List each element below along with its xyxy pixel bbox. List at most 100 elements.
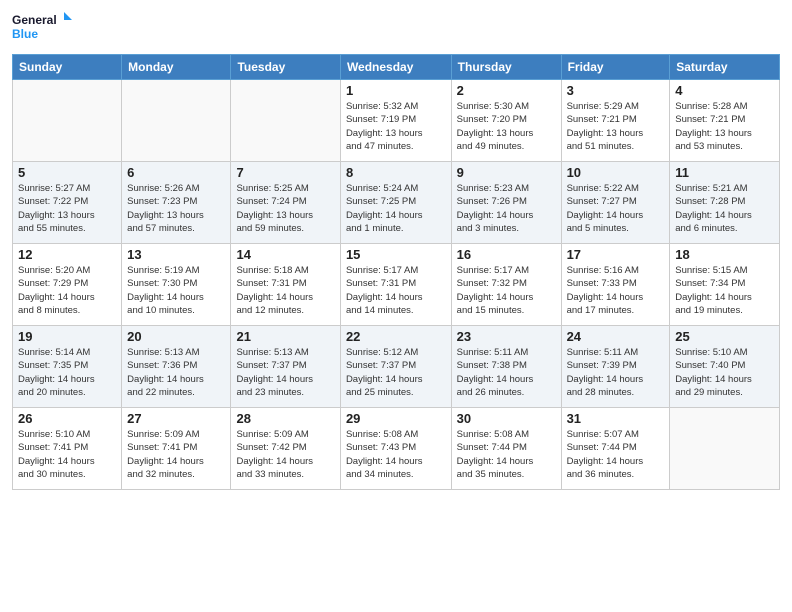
calendar-cell: 27 Sunrise: 5:09 AMSunset: 7:41 PMDayligh… <box>122 408 231 490</box>
day-number: 31 <box>567 411 665 426</box>
day-info: Sunrise: 5:23 AMSunset: 7:26 PMDaylight:… <box>457 182 556 235</box>
weekday-monday: Monday <box>122 55 231 80</box>
week-row-3: 12Sunrise: 5:20 AMSunset: 7:29 PMDayligh… <box>13 244 780 326</box>
day-number: 13 <box>127 247 225 262</box>
calendar-cell: 12Sunrise: 5:20 AMSunset: 7:29 PMDayligh… <box>13 244 122 326</box>
weekday-saturday: Saturday <box>670 55 780 80</box>
week-row-2: 5 Sunrise: 5:27 AMSunset: 7:22 PMDaylight… <box>13 162 780 244</box>
day-info: Sunrise: 5:16 AMSunset: 7:33 PMDaylight:… <box>567 264 665 317</box>
day-info: Sunrise: 5:11 AMSunset: 7:39 PMDaylight:… <box>567 346 665 399</box>
day-info: Sunrise: 5:13 AMSunset: 7:37 PMDaylight:… <box>236 346 334 399</box>
day-info: Sunrise: 5:09 AMSunset: 7:42 PMDaylight:… <box>236 428 334 481</box>
day-info: Sunrise: 5:12 AMSunset: 7:37 PMDaylight:… <box>346 346 446 399</box>
day-info: Sunrise: 5:24 AMSunset: 7:25 PMDaylight:… <box>346 182 446 235</box>
day-number: 25 <box>675 329 774 344</box>
calendar-cell <box>122 80 231 162</box>
calendar-cell: 20 Sunrise: 5:13 AMSunset: 7:36 PMDayligh… <box>122 326 231 408</box>
weekday-thursday: Thursday <box>451 55 561 80</box>
day-info: Sunrise: 5:28 AMSunset: 7:21 PMDaylight:… <box>675 100 774 153</box>
logo: General Blue <box>12 10 72 46</box>
calendar-cell: 17 Sunrise: 5:16 AMSunset: 7:33 PMDayligh… <box>561 244 670 326</box>
day-number: 8 <box>346 165 446 180</box>
day-info: Sunrise: 5:15 AMSunset: 7:34 PMDaylight:… <box>675 264 774 317</box>
day-info: Sunrise: 5:17 AMSunset: 7:32 PMDaylight:… <box>457 264 556 317</box>
day-number: 21 <box>236 329 334 344</box>
calendar-cell: 18 Sunrise: 5:15 AMSunset: 7:34 PMDayligh… <box>670 244 780 326</box>
calendar-cell: 25 Sunrise: 5:10 AMSunset: 7:40 PMDayligh… <box>670 326 780 408</box>
day-number: 26 <box>18 411 116 426</box>
day-number: 7 <box>236 165 334 180</box>
day-info: Sunrise: 5:32 AMSunset: 7:19 PMDaylight:… <box>346 100 446 153</box>
calendar-cell: 10Sunrise: 5:22 AMSunset: 7:27 PMDayligh… <box>561 162 670 244</box>
day-info: Sunrise: 5:26 AMSunset: 7:23 PMDaylight:… <box>127 182 225 235</box>
calendar: SundayMondayTuesdayWednesdayThursdayFrid… <box>12 54 780 490</box>
day-number: 1 <box>346 83 446 98</box>
calendar-cell: 21 Sunrise: 5:13 AMSunset: 7:37 PMDayligh… <box>231 326 340 408</box>
day-number: 9 <box>457 165 556 180</box>
day-info: Sunrise: 5:30 AMSunset: 7:20 PMDaylight:… <box>457 100 556 153</box>
calendar-cell: 29Sunrise: 5:08 AMSunset: 7:43 PMDayligh… <box>340 408 451 490</box>
calendar-cell: 14Sunrise: 5:18 AMSunset: 7:31 PMDayligh… <box>231 244 340 326</box>
day-number: 5 <box>18 165 116 180</box>
calendar-cell: 16Sunrise: 5:17 AMSunset: 7:32 PMDayligh… <box>451 244 561 326</box>
day-info: Sunrise: 5:09 AMSunset: 7:41 PMDaylight:… <box>127 428 225 481</box>
calendar-cell: 1 Sunrise: 5:32 AMSunset: 7:19 PMDaylight… <box>340 80 451 162</box>
calendar-cell: 26 Sunrise: 5:10 AMSunset: 7:41 PMDayligh… <box>13 408 122 490</box>
day-info: Sunrise: 5:17 AMSunset: 7:31 PMDaylight:… <box>346 264 446 317</box>
weekday-tuesday: Tuesday <box>231 55 340 80</box>
calendar-cell: 28Sunrise: 5:09 AMSunset: 7:42 PMDayligh… <box>231 408 340 490</box>
calendar-cell: 11Sunrise: 5:21 AMSunset: 7:28 PMDayligh… <box>670 162 780 244</box>
week-row-5: 26 Sunrise: 5:10 AMSunset: 7:41 PMDayligh… <box>13 408 780 490</box>
day-info: Sunrise: 5:21 AMSunset: 7:28 PMDaylight:… <box>675 182 774 235</box>
calendar-cell: 5 Sunrise: 5:27 AMSunset: 7:22 PMDaylight… <box>13 162 122 244</box>
calendar-cell: 19 Sunrise: 5:14 AMSunset: 7:35 PMDayligh… <box>13 326 122 408</box>
day-number: 29 <box>346 411 446 426</box>
calendar-cell: 6 Sunrise: 5:26 AMSunset: 7:23 PMDaylight… <box>122 162 231 244</box>
day-number: 17 <box>567 247 665 262</box>
calendar-cell: 7 Sunrise: 5:25 AMSunset: 7:24 PMDaylight… <box>231 162 340 244</box>
calendar-cell <box>231 80 340 162</box>
calendar-cell: 31 Sunrise: 5:07 AMSunset: 7:44 PMDayligh… <box>561 408 670 490</box>
day-info: Sunrise: 5:27 AMSunset: 7:22 PMDaylight:… <box>18 182 116 235</box>
weekday-wednesday: Wednesday <box>340 55 451 80</box>
calendar-cell: 15 Sunrise: 5:17 AMSunset: 7:31 PMDayligh… <box>340 244 451 326</box>
weekday-friday: Friday <box>561 55 670 80</box>
day-info: Sunrise: 5:29 AMSunset: 7:21 PMDaylight:… <box>567 100 665 153</box>
day-info: Sunrise: 5:14 AMSunset: 7:35 PMDaylight:… <box>18 346 116 399</box>
day-info: Sunrise: 5:19 AMSunset: 7:30 PMDaylight:… <box>127 264 225 317</box>
week-row-4: 19 Sunrise: 5:14 AMSunset: 7:35 PMDayligh… <box>13 326 780 408</box>
calendar-cell: 4 Sunrise: 5:28 AMSunset: 7:21 PMDaylight… <box>670 80 780 162</box>
day-info: Sunrise: 5:22 AMSunset: 7:27 PMDaylight:… <box>567 182 665 235</box>
calendar-cell: 24Sunrise: 5:11 AMSunset: 7:39 PMDayligh… <box>561 326 670 408</box>
day-info: Sunrise: 5:25 AMSunset: 7:24 PMDaylight:… <box>236 182 334 235</box>
day-info: Sunrise: 5:08 AMSunset: 7:44 PMDaylight:… <box>457 428 556 481</box>
svg-text:General: General <box>12 13 57 27</box>
day-number: 18 <box>675 247 774 262</box>
calendar-cell: 3 Sunrise: 5:29 AMSunset: 7:21 PMDaylight… <box>561 80 670 162</box>
day-info: Sunrise: 5:13 AMSunset: 7:36 PMDaylight:… <box>127 346 225 399</box>
day-info: Sunrise: 5:07 AMSunset: 7:44 PMDaylight:… <box>567 428 665 481</box>
calendar-cell: 13 Sunrise: 5:19 AMSunset: 7:30 PMDayligh… <box>122 244 231 326</box>
day-number: 15 <box>346 247 446 262</box>
day-number: 6 <box>127 165 225 180</box>
day-number: 4 <box>675 83 774 98</box>
calendar-cell: 30 Sunrise: 5:08 AMSunset: 7:44 PMDayligh… <box>451 408 561 490</box>
day-number: 12 <box>18 247 116 262</box>
day-number: 3 <box>567 83 665 98</box>
day-number: 27 <box>127 411 225 426</box>
day-info: Sunrise: 5:11 AMSunset: 7:38 PMDaylight:… <box>457 346 556 399</box>
calendar-cell <box>13 80 122 162</box>
logo-svg: General Blue <box>12 10 72 46</box>
calendar-cell <box>670 408 780 490</box>
page-header: General Blue <box>12 10 780 46</box>
day-number: 20 <box>127 329 225 344</box>
weekday-sunday: Sunday <box>13 55 122 80</box>
day-number: 30 <box>457 411 556 426</box>
day-number: 14 <box>236 247 334 262</box>
day-info: Sunrise: 5:10 AMSunset: 7:40 PMDaylight:… <box>675 346 774 399</box>
day-number: 19 <box>18 329 116 344</box>
day-info: Sunrise: 5:10 AMSunset: 7:41 PMDaylight:… <box>18 428 116 481</box>
svg-text:Blue: Blue <box>12 27 38 41</box>
calendar-cell: 22Sunrise: 5:12 AMSunset: 7:37 PMDayligh… <box>340 326 451 408</box>
day-number: 2 <box>457 83 556 98</box>
